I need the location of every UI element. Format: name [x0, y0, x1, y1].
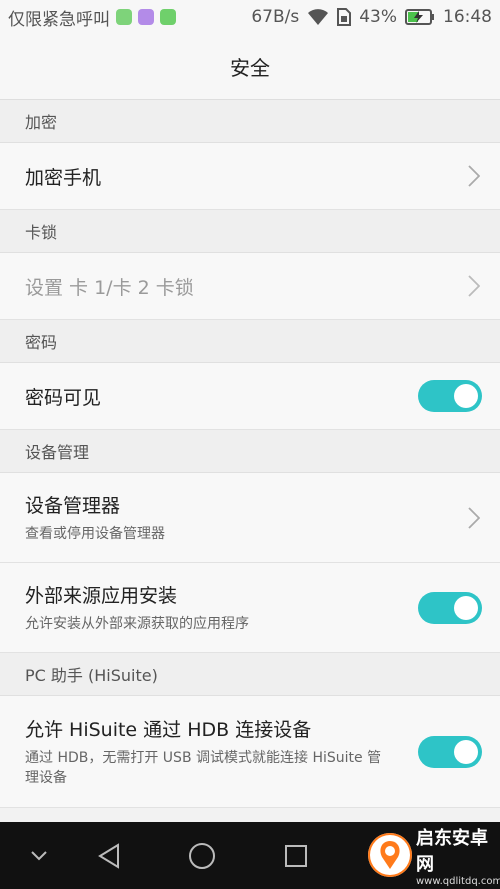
item-title: 设置 卡 1/卡 2 卡锁 — [25, 276, 194, 299]
recents-icon[interactable] — [284, 844, 308, 868]
status-left: 仅限紧急呼叫 — [8, 5, 251, 30]
item-title: 外部来源应用安装 — [25, 585, 178, 607]
wifi-icon — [307, 8, 329, 26]
section-header-hisuite: PC 助手 (HiSuite) — [0, 653, 500, 696]
hisuite-hdb-item[interactable]: 允许 HiSuite 通过 HDB 连接设备 通过 HDB，无需打开 USB 调… — [0, 696, 500, 808]
toggle-knob — [454, 384, 478, 408]
status-right: 67B/s 43% 16:48 — [251, 7, 492, 27]
home-icon[interactable] — [188, 842, 216, 870]
section-header-card-lock: 卡锁 — [0, 210, 500, 253]
watermark-title: 启东安卓网 — [416, 827, 488, 875]
toggle-knob — [454, 739, 478, 764]
chevron-right-icon — [468, 165, 480, 187]
chevron-right-icon — [468, 506, 480, 529]
item-title: 密码可见 — [25, 386, 102, 409]
status-bar: 仅限紧急呼叫 67B/s 43% 16:48 — [0, 0, 500, 34]
sim-card-lock-item[interactable]: 设置 卡 1/卡 2 卡锁 — [0, 253, 500, 320]
sim-card-icon — [337, 8, 352, 26]
item-subtitle: 允许安装从外部来源获取的应用程序 — [25, 616, 249, 632]
device-administrators-item[interactable]: 设备管理器 查看或停用设备管理器 — [0, 473, 500, 563]
clock: 16:48 — [443, 7, 492, 27]
battery-percent: 43% — [359, 7, 397, 27]
item-title: 加密手机 — [25, 166, 102, 189]
unknown-sources-item[interactable]: 外部来源应用安装 允许安装从外部来源获取的应用程序 — [0, 563, 500, 653]
section-header-password: 密码 — [0, 320, 500, 363]
gallery-notification-icon — [138, 9, 154, 25]
battery-charging-icon — [405, 8, 435, 26]
network-speed: 67B/s — [251, 7, 300, 27]
item-title: 设备管理器 — [25, 495, 121, 517]
item-title: 允许 HiSuite 通过 HDB 连接设备 — [25, 719, 312, 741]
back-icon[interactable] — [96, 842, 122, 869]
watermark: 启东安卓网 www.qdlitdq.com — [368, 823, 500, 887]
item-subtitle: 查看或停用设备管理器 — [25, 526, 165, 542]
section-header-device-management: 设备管理 — [0, 430, 500, 473]
chevron-right-icon — [468, 275, 480, 297]
watermark-url: www.qdlitdq.com — [416, 875, 500, 887]
carrier-text: 仅限紧急呼叫 — [8, 9, 110, 30]
password-visible-item[interactable]: 密码可见 — [0, 363, 500, 430]
watermark-logo-icon — [368, 833, 412, 877]
toggle-knob — [454, 595, 478, 620]
encrypt-phone-item[interactable]: 加密手机 — [0, 143, 500, 210]
hisuite-hdb-toggle[interactable] — [418, 735, 482, 768]
unknown-sources-toggle[interactable] — [418, 591, 482, 624]
page-title-bar: 安全 — [0, 34, 500, 100]
password-visible-toggle[interactable] — [418, 380, 482, 412]
item-subtitle: 通过 HDB，无需打开 USB 调试模式就能连接 HiSuite 管理设备 — [25, 750, 382, 786]
chevron-down-icon[interactable] — [30, 850, 48, 862]
section-header-encryption: 加密 — [0, 100, 500, 143]
message-notification-icon — [160, 9, 176, 25]
app-notification-icon — [116, 9, 132, 25]
page-title: 安全 — [230, 56, 270, 80]
